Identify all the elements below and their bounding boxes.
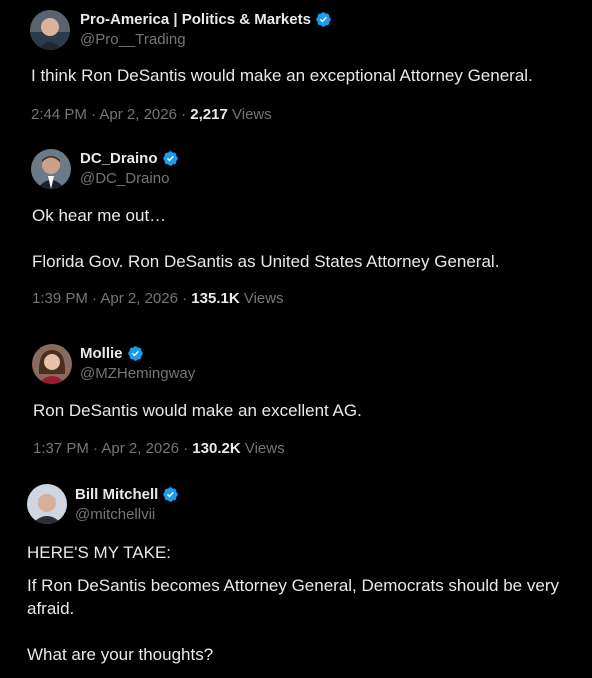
tweet-meta: 2:44 PM · Apr 2, 2026 · 2,217 Views	[31, 106, 272, 123]
views-count: 135.1K	[191, 290, 240, 307]
avatar-mollie[interactable]	[32, 344, 72, 384]
tweet-time[interactable]: 1:39 PM	[32, 290, 88, 307]
tweet-text: If Ron DeSantis becomes Attorney General…	[27, 576, 559, 664]
views-count: 130.2K	[192, 440, 241, 457]
tweet-text: Ron DeSantis would make an excellent AG.	[33, 401, 362, 420]
tweet-date[interactable]: Apr 2, 2026	[101, 440, 179, 457]
tweet-meta: 1:39 PM · Apr 2, 2026 · 135.1K Views	[32, 290, 284, 307]
tweet-text-heading: HERE'S MY TAKE:	[27, 543, 172, 562]
author-name-label: Mollie	[80, 345, 123, 362]
avatar-bill-mitchell[interactable]	[27, 484, 67, 524]
views-label: Views	[243, 290, 284, 307]
author-name-label: DC_Draino	[80, 150, 158, 167]
avatar-dc-draino[interactable]	[31, 149, 71, 189]
author-handle[interactable]: @mitchellvii	[75, 506, 155, 523]
views-count: 2,217	[190, 106, 228, 123]
author-name[interactable]: Mollie	[80, 345, 144, 362]
tweet-time[interactable]: 1:37 PM	[33, 440, 89, 457]
verified-badge-icon	[127, 346, 143, 361]
tweet-meta: 1:37 PM · Apr 2, 2026 · 130.2K Views	[33, 440, 285, 457]
avatar-pro-america[interactable]	[30, 10, 70, 50]
tweet-time[interactable]: 2:44 PM	[31, 106, 87, 123]
views-label: Views	[244, 440, 285, 457]
author-name[interactable]: DC_Draino	[80, 150, 179, 167]
verified-badge-icon	[316, 12, 331, 27]
tweet-text: I think Ron DeSantis would make an excep…	[31, 66, 533, 85]
author-handle[interactable]: @MZHemingway	[80, 365, 195, 382]
verified-badge-icon	[163, 487, 179, 502]
views-label: Views	[232, 106, 272, 123]
author-handle[interactable]: @DC_Draino	[80, 170, 169, 187]
author-handle[interactable]: @Pro__Trading	[80, 31, 186, 48]
author-name-label: Bill Mitchell	[75, 486, 159, 503]
author-name[interactable]: Bill Mitchell	[75, 486, 179, 503]
tweet-date[interactable]: Apr 2, 2026	[99, 106, 177, 123]
verified-badge-icon	[162, 151, 178, 166]
tweet-date[interactable]: Apr 2, 2026	[100, 290, 178, 307]
author-name-label: Pro-America | Politics & Markets	[80, 11, 311, 28]
author-name[interactable]: Pro-America | Politics & Markets	[80, 11, 332, 28]
tweet-text: Ok hear me out… Florida Gov. Ron DeSanti…	[32, 206, 500, 271]
